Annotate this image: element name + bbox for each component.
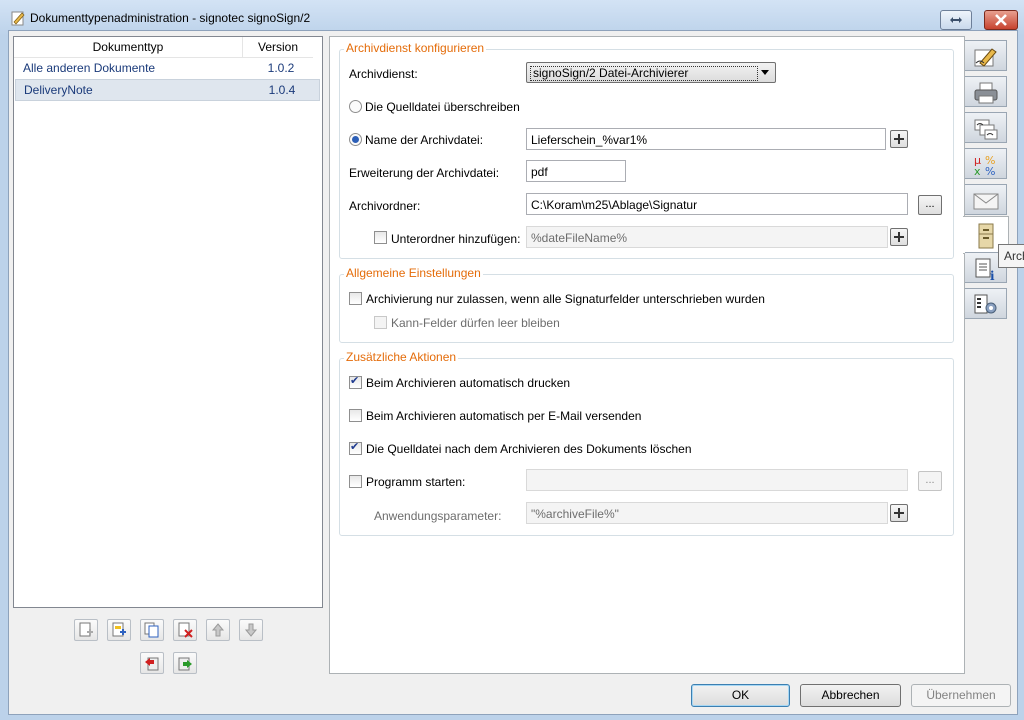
archive-folder-label: Archivordner: — [349, 199, 421, 213]
email-icon — [973, 193, 999, 210]
archive-filename-input[interactable]: Lieferschein_%var1% — [526, 128, 886, 150]
group-legend: Zusätzliche Aktionen — [344, 350, 459, 364]
fields-icon: μ %x% — [974, 154, 995, 177]
archive-folder-browse-button[interactable]: ... — [918, 195, 942, 215]
archive-folder-input[interactable]: C:\Koram\m25\Ablage\Signatur — [526, 193, 908, 215]
archive-filename-radio[interactable] — [349, 133, 362, 146]
empty-optional-fields-checkbox[interactable] — [374, 316, 387, 329]
column-header-version[interactable]: Version — [243, 37, 313, 58]
filename-add-variable-button[interactable] — [890, 130, 908, 148]
archive-service-label: Archivdienst: — [349, 67, 418, 81]
tab-email[interactable] — [965, 184, 1007, 215]
copy-document-button[interactable] — [140, 619, 164, 641]
new-document-icon — [79, 622, 93, 637]
archive-extension-label: Erweiterung der Archivdatei: — [349, 166, 500, 180]
svg-text:i: i — [990, 269, 995, 281]
empty-optional-fields-label[interactable]: Kann-Felder dürfen leer bleiben — [391, 316, 560, 330]
restore-icon — [950, 17, 962, 23]
import-button[interactable] — [140, 652, 164, 674]
list-item-version: 1.0.2 — [267, 61, 295, 75]
signature-pen-icon — [974, 48, 997, 67]
only-signed-label[interactable]: Archivierung nur zulassen, wenn alle Sig… — [366, 292, 765, 306]
window-title: Dokumenttypenadministration - signotec s… — [30, 11, 311, 25]
delete-document-button[interactable] — [173, 619, 197, 641]
list-item[interactable]: Alle anderen Dokumente 1.0.2 — [15, 58, 320, 78]
svg-text:%: % — [985, 165, 995, 177]
move-down-icon — [244, 623, 258, 637]
settings-doc-icon — [974, 294, 997, 314]
delete-source-checkbox[interactable] — [349, 440, 362, 455]
document-type-list[interactable]: Dokumenttyp Version Alle anderen Dokumen… — [13, 36, 323, 608]
only-signed-checkbox[interactable] — [349, 292, 362, 305]
list-item-name: Alle anderen Dokumente — [23, 61, 156, 75]
tab-document-settings[interactable] — [965, 288, 1007, 319]
archive-service-combobox[interactable]: signoSign/2 Datei-Archivierer — [526, 62, 776, 83]
group-legend: Archivdienst konfigurieren — [344, 41, 487, 55]
archive-cabinet-icon — [978, 223, 994, 249]
add-subfolder-label[interactable]: Unterordner hinzufügen: — [391, 232, 520, 246]
restore-button[interactable] — [940, 10, 972, 30]
app-icon — [10, 10, 26, 26]
ok-button[interactable]: OK — [691, 684, 790, 707]
auto-print-label[interactable]: Beim Archivieren automatisch drucken — [366, 376, 570, 390]
list-item-name: DeliveryNote — [24, 83, 93, 97]
start-program-label[interactable]: Programm starten: — [366, 475, 465, 489]
application-params-label: Anwendungsparameter: — [374, 509, 502, 523]
import-icon — [145, 657, 159, 671]
edit-document-icon — [112, 622, 126, 637]
column-header-document-type[interactable]: Dokumenttyp — [14, 37, 243, 58]
tab-print[interactable] — [965, 76, 1007, 107]
close-icon — [995, 14, 1007, 26]
delete-document-icon — [178, 622, 193, 638]
group-general-settings — [339, 274, 954, 343]
signatures-icon — [974, 119, 998, 140]
move-up-icon — [211, 623, 225, 637]
group-legend: Allgemeine Einstellungen — [344, 266, 483, 280]
move-down-button[interactable] — [239, 619, 263, 641]
overwrite-source-radio[interactable] — [349, 100, 362, 113]
start-program-checkbox[interactable] — [349, 475, 362, 488]
tab-tooltip: Archiv — [998, 244, 1024, 268]
program-browse-button[interactable]: ... — [918, 471, 942, 491]
archive-service-value: signoSign/2 Datei-Archivierer — [530, 66, 758, 81]
delete-source-label[interactable]: Die Quelldatei nach dem Archivieren des … — [366, 442, 692, 456]
add-subfolder-checkbox[interactable] — [374, 231, 387, 244]
subfolder-add-variable-button[interactable] — [890, 228, 908, 246]
program-input[interactable] — [526, 469, 908, 491]
archive-filename-label[interactable]: Name der Archivdatei: — [365, 133, 483, 147]
tab-signature[interactable] — [965, 40, 1007, 71]
apply-button[interactable]: Übernehmen — [911, 684, 1011, 707]
printer-icon — [974, 82, 998, 104]
svg-text:x: x — [974, 165, 981, 177]
chevron-down-icon — [761, 70, 769, 75]
params-add-variable-button[interactable] — [890, 504, 908, 522]
close-button[interactable] — [984, 10, 1018, 30]
cancel-button[interactable]: Abbrechen — [800, 684, 901, 707]
copy-document-icon — [144, 622, 159, 638]
auto-print-checkbox[interactable] — [349, 374, 362, 389]
edit-document-button[interactable] — [107, 619, 131, 641]
new-document-button[interactable] — [74, 619, 98, 641]
list-item-version: 1.0.4 — [268, 83, 296, 97]
move-up-button[interactable] — [206, 619, 230, 641]
export-icon — [178, 657, 192, 671]
application-params-input[interactable]: "%archiveFile%" — [526, 502, 888, 524]
tab-fields[interactable]: μ% x% — [965, 148, 1007, 179]
list-item-selected[interactable]: DeliveryNote 1.0.4 — [15, 79, 320, 101]
document-info-icon: i — [975, 258, 995, 281]
subfolder-input[interactable]: %dateFileName% — [526, 226, 888, 248]
tab-signatures[interactable] — [965, 112, 1007, 143]
overwrite-source-label[interactable]: Die Quelldatei überschreiben — [365, 100, 520, 114]
auto-email-label[interactable]: Beim Archivieren automatisch per E-Mail … — [366, 409, 641, 423]
archive-extension-input[interactable]: pdf — [526, 160, 626, 182]
auto-email-checkbox[interactable] — [349, 409, 362, 422]
export-button[interactable] — [173, 652, 197, 674]
